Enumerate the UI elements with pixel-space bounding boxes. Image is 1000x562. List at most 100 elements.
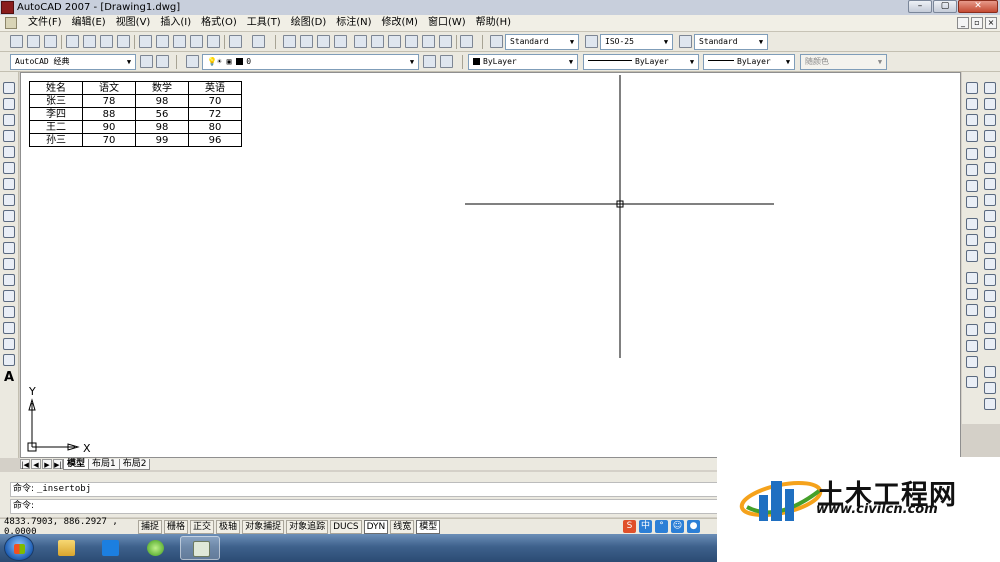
emoji-icon[interactable]: ☺ xyxy=(671,520,684,533)
lineweight-select[interactable]: ByLayer ▼ xyxy=(703,54,795,70)
array-icon[interactable] xyxy=(984,146,996,158)
polyline-icon[interactable] xyxy=(3,114,15,126)
previous-tab-button[interactable]: ◀ xyxy=(31,459,41,469)
draw-order-icon[interactable] xyxy=(984,366,996,378)
new-file-icon[interactable] xyxy=(10,35,23,48)
baseline-dimension-icon[interactable] xyxy=(966,234,978,246)
stretch-icon[interactable] xyxy=(984,210,996,222)
drawing-area[interactable]: 姓名 语文 数学 英语 张三 78 98 70 李四 88 56 72 王二 9… xyxy=(20,72,961,458)
doc-minimize-button[interactable]: _ xyxy=(957,17,969,29)
circle-icon[interactable] xyxy=(3,178,15,190)
dim-style-icon[interactable] xyxy=(585,35,598,48)
hatch-icon[interactable] xyxy=(3,306,15,318)
undo-icon[interactable] xyxy=(229,35,242,48)
workspace-save-icon[interactable] xyxy=(156,55,169,68)
chinese-mode-icon[interactable]: 中 xyxy=(639,520,652,533)
otrack-toggle[interactable]: 对象追踪 xyxy=(286,519,329,534)
menu-help[interactable]: 帮助(H) xyxy=(471,15,516,31)
linetype-select[interactable]: ByLayer ▼ xyxy=(583,54,699,70)
sogou-ime-icon[interactable]: S xyxy=(623,520,636,533)
snap-toggle[interactable]: 捕捉 xyxy=(138,519,163,534)
table-style-icon[interactable] xyxy=(679,35,692,48)
workspace-select[interactable]: AutoCAD 经典 ▼ xyxy=(10,54,136,70)
publish-icon[interactable] xyxy=(100,35,113,48)
line-icon[interactable] xyxy=(3,82,15,94)
chamfer-icon[interactable] xyxy=(984,306,996,318)
dim-style-select[interactable]: ISO-25 ▼ xyxy=(600,34,673,50)
menu-modify[interactable]: 修改(M) xyxy=(377,15,423,31)
send-to-back-icon[interactable] xyxy=(984,398,996,410)
tolerance-icon[interactable] xyxy=(966,288,978,300)
quick-dimension-icon[interactable] xyxy=(966,218,978,230)
break-icon[interactable] xyxy=(984,274,996,286)
menu-dimension[interactable]: 标注(N) xyxy=(331,15,376,31)
dimension-style-icon[interactable] xyxy=(966,376,978,388)
tab-model[interactable]: 模型 xyxy=(63,458,90,470)
ellipse-icon[interactable] xyxy=(3,226,15,238)
doc-restore-button[interactable]: ▫ xyxy=(971,17,983,29)
command-input[interactable]: 命令: xyxy=(10,499,718,514)
menu-draw[interactable]: 绘图(D) xyxy=(286,15,332,31)
menu-file[interactable]: 文件(F) xyxy=(23,15,67,31)
scale-icon[interactable] xyxy=(984,194,996,206)
break-at-point-icon[interactable] xyxy=(984,258,996,270)
quick-leader-icon[interactable] xyxy=(966,272,978,284)
start-button[interactable] xyxy=(4,535,34,561)
paste-icon[interactable] xyxy=(173,35,186,48)
rotate-icon[interactable] xyxy=(984,178,996,190)
ducs-toggle[interactable]: DUCS xyxy=(330,519,362,534)
plot-icon[interactable] xyxy=(66,35,79,48)
maximize-button[interactable]: ▢ xyxy=(933,0,957,13)
dimension-update-icon[interactable] xyxy=(966,356,978,368)
linear-dimension-icon[interactable] xyxy=(966,82,978,94)
color-select[interactable]: ByLayer ▼ xyxy=(468,54,578,70)
arc-length-icon[interactable] xyxy=(966,114,978,126)
construction-line-icon[interactable] xyxy=(3,98,15,110)
menu-tools[interactable]: 工具(T) xyxy=(242,15,286,31)
tab-layout1[interactable]: 布局1 xyxy=(88,458,120,470)
autocad-app-icon[interactable] xyxy=(1,1,14,14)
polar-toggle[interactable]: 极轴 xyxy=(216,519,241,534)
arc-icon[interactable] xyxy=(3,162,15,174)
menu-view[interactable]: 视图(V) xyxy=(111,15,156,31)
calculator-icon[interactable] xyxy=(439,35,452,48)
taskbar-explorer[interactable] xyxy=(46,536,86,560)
make-block-icon[interactable] xyxy=(3,274,15,286)
tool-palettes-icon[interactable] xyxy=(388,35,401,48)
diameter-dimension-icon[interactable] xyxy=(966,180,978,192)
erase-icon[interactable] xyxy=(984,82,996,94)
pan-icon[interactable] xyxy=(283,35,296,48)
mirror-icon[interactable] xyxy=(984,114,996,126)
layer-previous-icon[interactable] xyxy=(440,55,453,68)
text-style-select[interactable]: Standard ▼ xyxy=(505,34,579,50)
doc-close-button[interactable]: × xyxy=(985,17,997,29)
taskbar-autocad[interactable] xyxy=(180,536,220,560)
menu-format[interactable]: 格式(O) xyxy=(196,15,242,31)
multiline-text-icon[interactable]: A xyxy=(4,371,16,384)
grid-toggle[interactable]: 栅格 xyxy=(164,519,189,534)
continue-dimension-icon[interactable] xyxy=(966,250,978,262)
ellipse-arc-icon[interactable] xyxy=(3,242,15,254)
redo-icon[interactable] xyxy=(252,35,265,48)
cut-icon[interactable] xyxy=(139,35,152,48)
close-button[interactable]: ✕ xyxy=(958,0,998,13)
radius-dimension-icon[interactable] xyxy=(966,148,978,160)
ortho-toggle[interactable]: 正交 xyxy=(190,519,215,534)
last-tab-button[interactable]: ▶| xyxy=(53,459,63,469)
first-tab-button[interactable]: |◀ xyxy=(20,459,30,469)
bring-to-front-icon[interactable] xyxy=(984,382,996,394)
3d-dwf-icon[interactable] xyxy=(117,35,130,48)
zoom-previous-icon[interactable] xyxy=(334,35,347,48)
sheet-set-icon[interactable] xyxy=(405,35,418,48)
minimize-button[interactable]: – xyxy=(908,0,932,13)
menu-window[interactable]: 窗口(W) xyxy=(423,15,471,31)
gradient-icon[interactable] xyxy=(3,322,15,334)
osnap-toggle[interactable]: 对象捕捉 xyxy=(242,519,285,534)
microphone-icon[interactable]: ● xyxy=(687,520,700,533)
layer-manager-icon[interactable] xyxy=(186,55,199,68)
punctuation-icon[interactable]: ° xyxy=(655,520,668,533)
workspace-settings-icon[interactable] xyxy=(140,55,153,68)
explode-icon[interactable] xyxy=(984,338,996,350)
layer-select[interactable]: 💡☀ ▣ 0 ▼ xyxy=(202,54,419,70)
insert-block-icon[interactable] xyxy=(3,258,15,270)
